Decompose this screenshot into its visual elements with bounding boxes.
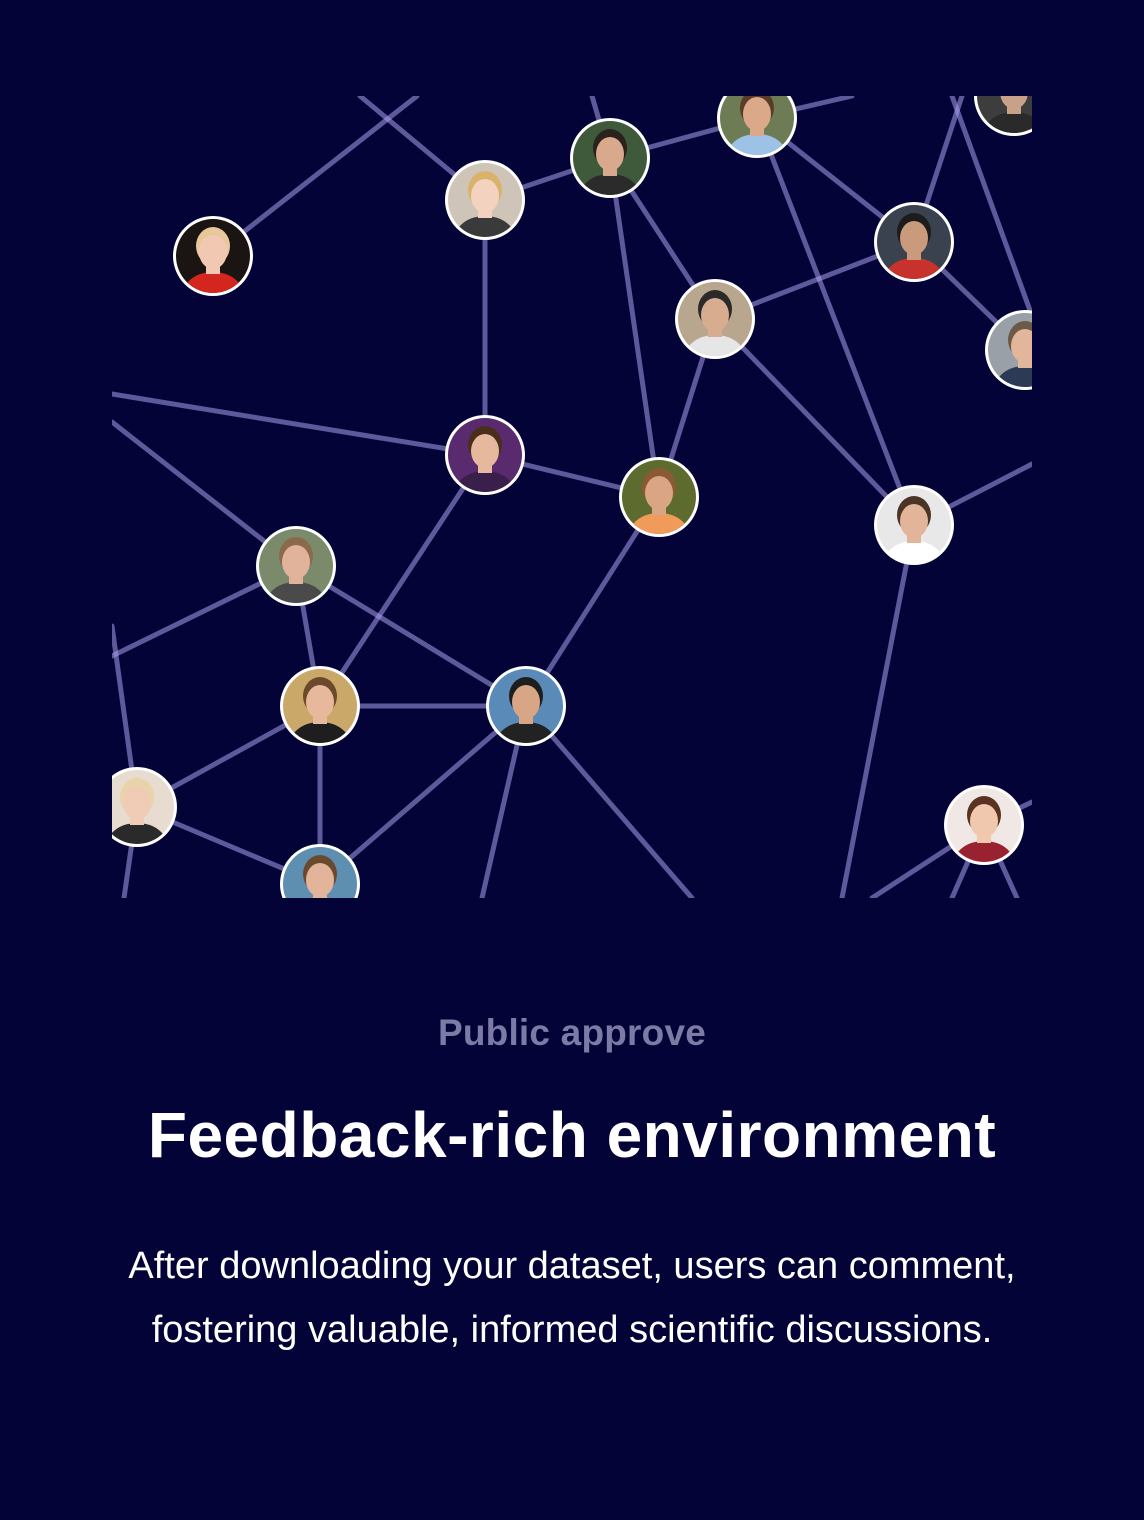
avatar-woman-glasses — [112, 767, 177, 847]
avatar-man-white-shirt — [874, 485, 954, 565]
network-edge — [112, 391, 488, 458]
network-edge — [712, 316, 917, 528]
network-edge — [317, 703, 529, 887]
avatar-partial-top-right — [974, 96, 1032, 136]
avatar-man-red-tshirt — [874, 202, 954, 282]
section-description: After downloading your dataset, users ca… — [128, 1245, 1016, 1351]
avatar-woman-red-top — [944, 785, 1024, 865]
avatar-man-blue-shirt — [717, 96, 797, 158]
avatar-man-suit-right — [985, 310, 1032, 390]
network-graph — [112, 96, 1032, 898]
contributor-network-illustration — [112, 96, 1032, 898]
avatar-man-cap — [675, 279, 755, 359]
network-edge — [839, 522, 917, 898]
avatar-man-bottom — [280, 844, 360, 898]
section-eyebrow: Public approve — [437, 1012, 707, 1053]
avatar-man-glasses — [256, 526, 336, 606]
section-headline: Feedback-rich environment — [147, 1099, 997, 1171]
avatar-woman-red-dress — [173, 216, 253, 296]
avatar-man-sunglasses — [486, 666, 566, 746]
network-edge — [607, 155, 662, 500]
